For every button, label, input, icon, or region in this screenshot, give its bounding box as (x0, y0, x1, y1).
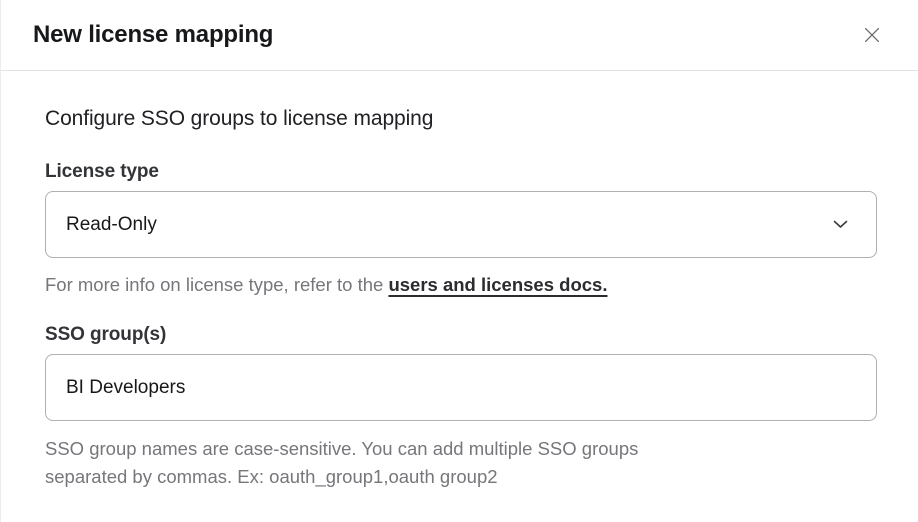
new-license-mapping-dialog: New license mapping Configure SSO groups… (0, 0, 918, 522)
license-type-selected-value: Read-Only (66, 214, 157, 236)
section-heading: Configure SSO groups to license mapping (45, 107, 877, 131)
dialog-title: New license mapping (33, 21, 273, 49)
sso-groups-field: SSO group(s) SSO group names are case-se… (45, 324, 877, 491)
chevron-down-icon (833, 216, 848, 234)
dialog-body: Configure SSO groups to license mapping … (1, 107, 918, 491)
sso-groups-hint-line-1: SSO group names are case-sensitive. You … (45, 435, 877, 463)
sso-groups-hint-line-2: separated by commas. Ex: oauth_group1,oa… (45, 463, 877, 491)
close-button[interactable] (856, 19, 888, 51)
close-icon (861, 24, 883, 46)
sso-groups-input[interactable] (45, 354, 877, 421)
users-and-licenses-docs-link[interactable]: users and licenses docs. (388, 274, 607, 295)
license-type-label: License type (45, 161, 877, 183)
license-type-field: License type Read-Only For more info on … (45, 161, 877, 299)
license-type-hint: For more info on license type, refer to … (45, 271, 877, 299)
dialog-header: New license mapping (1, 0, 918, 71)
license-type-select[interactable]: Read-Only (45, 191, 877, 258)
sso-groups-hint: SSO group names are case-sensitive. You … (45, 435, 877, 491)
license-type-hint-text: For more info on license type, refer to … (45, 274, 388, 295)
sso-groups-label: SSO group(s) (45, 324, 877, 346)
